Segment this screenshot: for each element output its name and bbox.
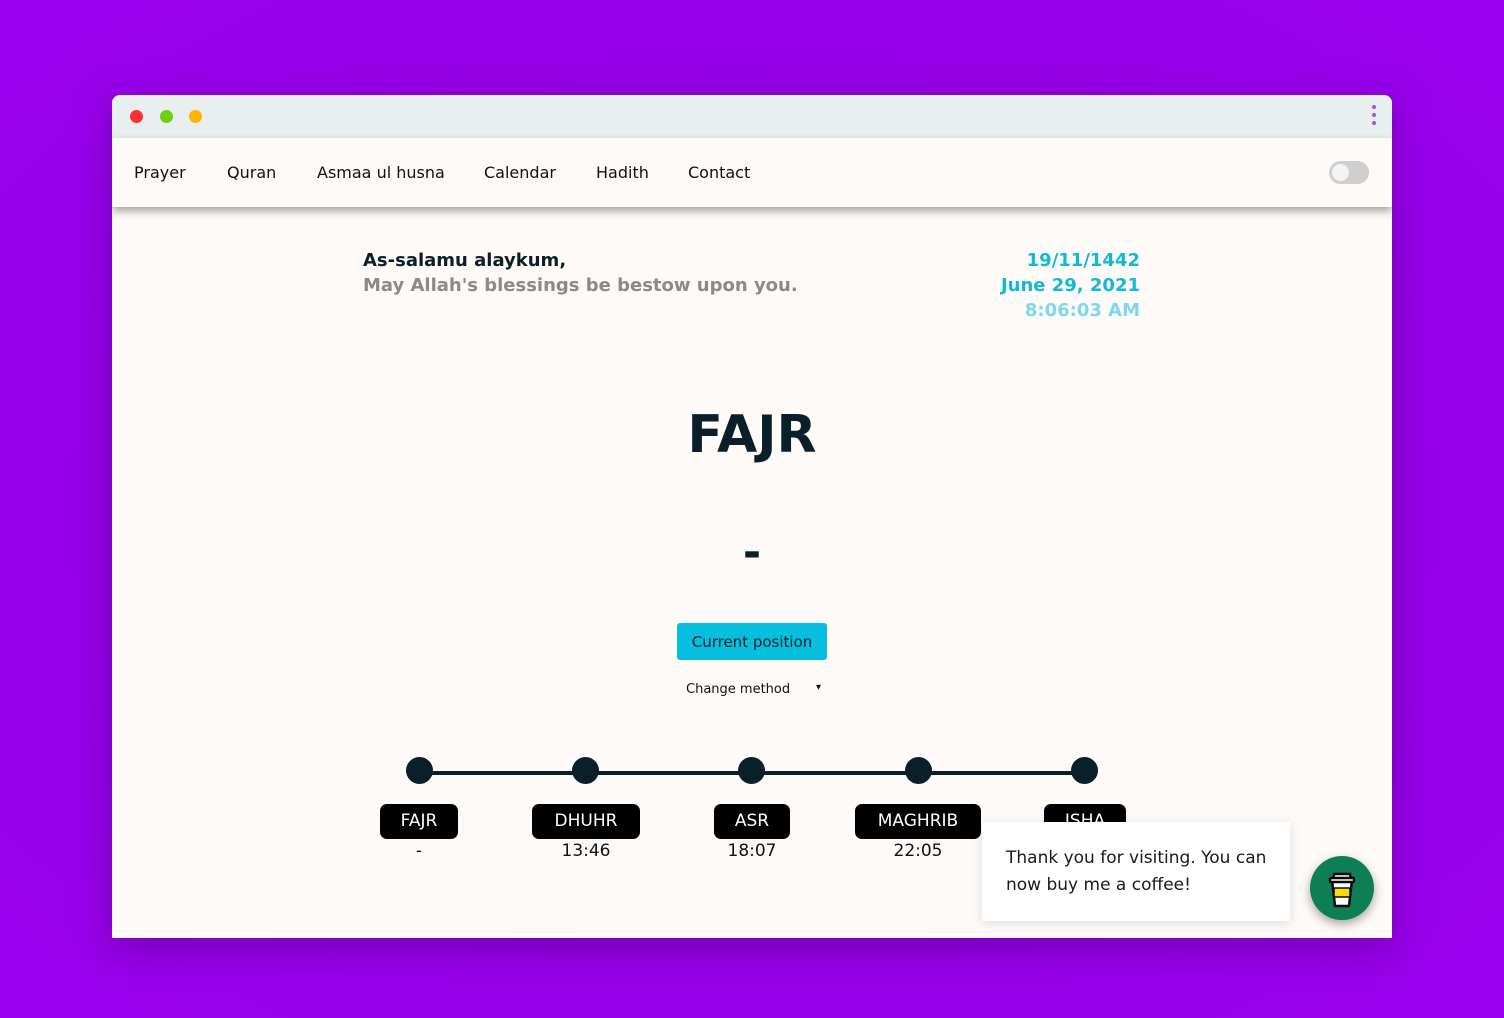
nav-item-hadith[interactable]: Hadith: [596, 163, 649, 182]
greeting-title: As-salamu alaykum,: [363, 250, 567, 271]
main-navbar: Prayer Quran Asmaa ul husna Calendar Had…: [112, 138, 1392, 207]
timeline-dot-maghrib: [905, 757, 932, 784]
timeline-dot-fajr: [406, 757, 433, 784]
timeline-dot-asr: [738, 757, 765, 784]
prayer-time-maghrib: 22:05: [893, 841, 943, 861]
buy-me-a-coffee-button[interactable]: [1310, 856, 1374, 920]
change-method-select[interactable]: Change method: [686, 682, 790, 697]
hijri-date: 19/11/1442: [1026, 250, 1140, 271]
nav-item-quran[interactable]: Quran: [227, 163, 276, 182]
prayer-countdown: -: [742, 527, 762, 578]
chevron-down-icon[interactable]: ▾: [816, 682, 821, 693]
current-prayer-name: FAJR: [687, 405, 817, 465]
timeline-dot-dhuhr: [572, 757, 599, 784]
dark-mode-toggle[interactable]: [1329, 161, 1369, 184]
coffee-popup: Thank you for visiting. You can now buy …: [982, 822, 1290, 921]
nav-item-contact[interactable]: Contact: [688, 163, 750, 182]
current-time: 8:06:03 AM: [1024, 300, 1140, 321]
toggle-knob: [1332, 164, 1349, 181]
coffee-popup-text: Thank you for visiting. You can now buy …: [1006, 848, 1267, 895]
greeting-subtitle: May Allah's blessings be bestow upon you…: [363, 275, 798, 296]
current-position-button[interactable]: Current position: [677, 623, 827, 660]
prayer-label-fajr: FAJR: [380, 804, 458, 839]
prayer-label-asr: ASR: [714, 804, 790, 839]
kebab-menu-icon[interactable]: [1370, 105, 1378, 129]
nav-item-asmaa-ul-husna[interactable]: Asmaa ul husna: [317, 163, 445, 182]
prayer-time-dhuhr: 13:46: [561, 841, 611, 861]
nav-item-prayer[interactable]: Prayer: [134, 163, 186, 182]
prayer-label-maghrib: MAGHRIB: [855, 804, 981, 839]
nav-item-calendar[interactable]: Calendar: [484, 163, 556, 182]
coffee-cup-icon: [1328, 872, 1356, 908]
prayer-time-asr: 18:07: [727, 841, 777, 861]
gregorian-date: June 29, 2021: [1000, 275, 1140, 296]
timeline-dot-isha: [1071, 757, 1098, 784]
minimize-window-button[interactable]: [189, 110, 202, 123]
window-titlebar: [112, 95, 1392, 138]
prayer-time-fajr: -: [415, 841, 423, 861]
browser-window: Prayer Quran Asmaa ul husna Calendar Had…: [112, 95, 1392, 938]
prayer-label-dhuhr: DHUHR: [532, 804, 640, 839]
close-window-button[interactable]: [130, 110, 143, 123]
maximize-window-button[interactable]: [160, 110, 173, 123]
